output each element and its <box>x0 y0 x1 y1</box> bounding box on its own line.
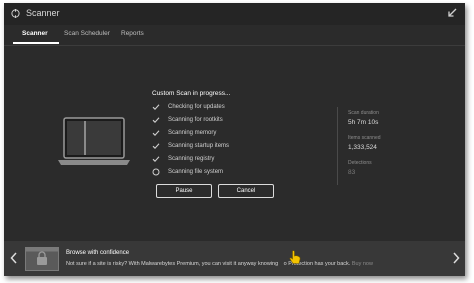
scan-step: Scanning registry <box>152 155 272 165</box>
cancel-button[interactable]: Cancel <box>218 184 274 198</box>
scan-step-label: Scanning startup items <box>168 143 230 149</box>
checkmark-icon <box>152 143 160 149</box>
detections-value: 83 <box>348 169 356 176</box>
buy-now-link[interactable]: Buy now <box>352 261 373 267</box>
checkmark-icon <box>152 130 160 136</box>
active-tab-indicator <box>13 42 59 44</box>
tab-scanner[interactable]: Scanner <box>22 30 48 37</box>
tab-bar: Scanner Scan Scheduler Reports <box>4 25 465 46</box>
title-bar: Scanner <box>4 3 465 25</box>
scan-step-label: Scanning registry <box>168 156 215 162</box>
laptop-illustration <box>58 117 130 165</box>
checkmark-icon <box>152 117 160 123</box>
detections-label: Detections <box>348 160 372 166</box>
tab-scan-scheduler[interactable]: Scan Scheduler <box>64 30 110 37</box>
scan-step: Scanning startup items <box>152 142 272 152</box>
scan-duration-label: Scan duration <box>348 110 379 116</box>
banner-title: Browse with confidence <box>66 250 130 256</box>
banner-text-start: Not sure if a site is risky? With Malwar… <box>66 261 279 267</box>
scan-step-label: Scanning file system <box>168 169 224 175</box>
chevron-right-icon[interactable] <box>452 252 460 264</box>
browser-protection-icon <box>25 247 59 271</box>
spinner-icon <box>152 168 160 176</box>
scan-step: Checking for updates <box>152 103 272 113</box>
checkmark-icon <box>152 156 160 162</box>
malwarebytes-logo-icon <box>11 9 20 18</box>
scan-step-label: Scanning for rootkits <box>168 117 223 123</box>
stats-divider <box>337 107 338 185</box>
scan-status-title: Custom Scan in progress... <box>152 90 231 97</box>
banner-text: Not sure if a site is risky? With Malwar… <box>66 261 373 267</box>
promo-banner: Browse with confidence Not sure if a sit… <box>4 241 465 276</box>
window-title: Scanner <box>26 8 60 18</box>
items-scanned-value: 1,333,524 <box>348 144 377 151</box>
items-scanned-label: Items scanned <box>348 135 381 141</box>
scan-step-label: Checking for updates <box>168 104 225 110</box>
scan-step: Scanning for rootkits <box>152 116 272 126</box>
scanner-window: Scanner Scanner Scan Scheduler Reports C… <box>4 3 465 276</box>
back-arrow-icon[interactable] <box>447 8 457 18</box>
tab-reports[interactable]: Reports <box>121 30 144 37</box>
checkmark-icon <box>152 104 160 110</box>
scan-duration-value: 5h 7m 10s <box>348 119 379 126</box>
chevron-left-icon[interactable] <box>10 252 18 264</box>
scan-step: Scanning memory <box>152 129 272 139</box>
hand-pointer-icon <box>289 250 301 264</box>
scan-step: Scanning file system <box>152 168 272 178</box>
pause-button[interactable]: Pause <box>156 184 212 198</box>
scan-step-label: Scanning memory <box>168 130 217 136</box>
